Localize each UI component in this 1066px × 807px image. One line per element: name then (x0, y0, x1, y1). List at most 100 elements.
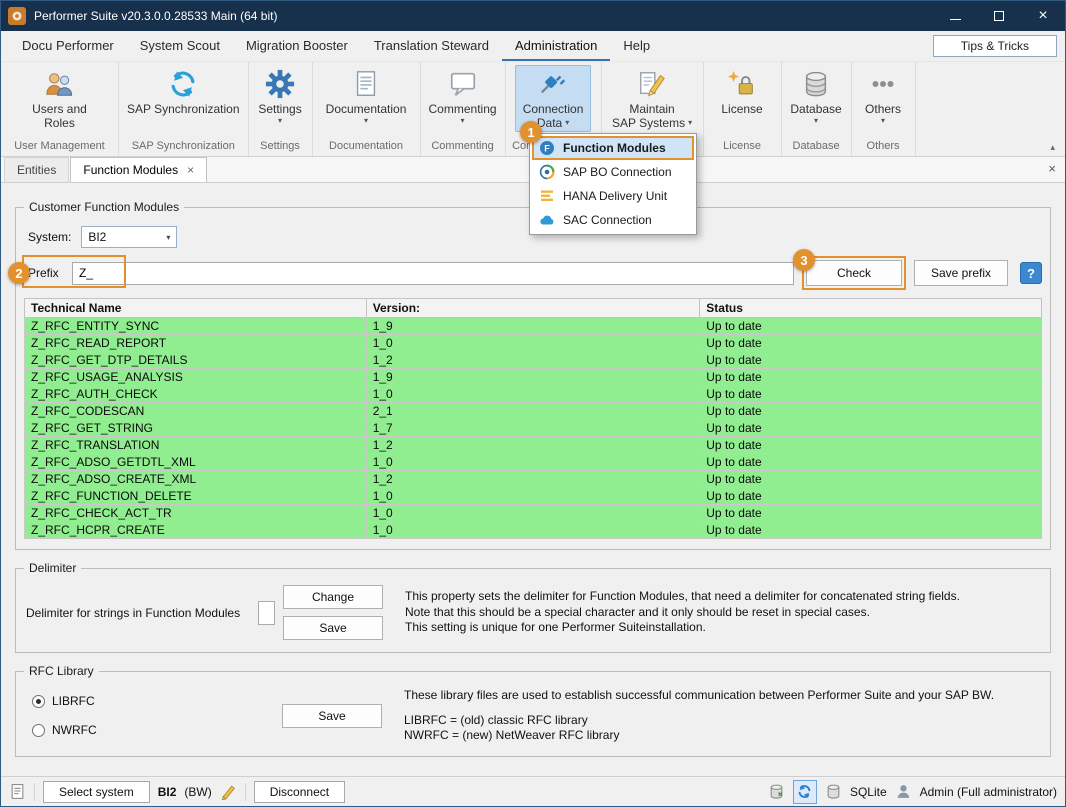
menu-item-docu-performer[interactable]: Docu Performer (9, 31, 127, 61)
database-tool-icon[interactable] (768, 783, 785, 800)
select-system-button[interactable]: Select system (43, 781, 150, 803)
menu-item-system-scout[interactable]: System Scout (127, 31, 233, 61)
cell-version: 1_0 (366, 505, 700, 522)
collapse-ribbon-button[interactable]: ▴ (1050, 142, 1055, 153)
hana-icon (539, 188, 555, 204)
ribbon-button-maintain-sap-systems[interactable]: Maintain SAP Systems▾ (604, 65, 700, 132)
ribbon-group-label: Others (852, 139, 915, 156)
tab-label: Function Modules (83, 163, 178, 177)
database-type-label: SQLite (850, 785, 887, 799)
prefix-input[interactable] (72, 262, 794, 285)
cell-technical-name: Z_RFC_CHECK_ACT_TR (25, 505, 367, 522)
ribbon-button-sap-synchronization[interactable]: SAP Synchronization (119, 65, 248, 131)
table-row[interactable]: Z_RFC_GET_DTP_DETAILS1_2Up to date (25, 352, 1042, 369)
menu-item-label: SAP BO Connection (563, 165, 672, 179)
function-modules-icon: F (539, 140, 555, 156)
disconnect-button[interactable]: Disconnect (254, 781, 345, 803)
divider (34, 783, 35, 801)
description-line: These library files are used to establis… (404, 688, 994, 704)
minimize-button[interactable] (933, 1, 977, 31)
sync-button[interactable] (793, 780, 817, 804)
pencil-icon[interactable] (220, 783, 237, 800)
ribbon-group-commenting: Commenting ▾ Commenting (421, 62, 506, 156)
ribbon-button-users-roles[interactable]: Users and Roles (24, 65, 95, 132)
chevron-down-icon: ▾ (160, 233, 176, 242)
check-button[interactable]: Check (806, 260, 902, 286)
sac-cloud-icon (539, 212, 555, 228)
table-row[interactable]: Z_RFC_ADSO_GETDTL_XML1_0Up to date (25, 454, 1042, 471)
menu-item-migration-booster[interactable]: Migration Booster (233, 31, 361, 61)
ribbon-button-documentation[interactable]: Documentation ▾ (318, 65, 415, 131)
ribbon-button-others[interactable]: Others ▾ (857, 65, 909, 131)
table-row[interactable]: Z_RFC_CODESCAN2_1Up to date (25, 403, 1042, 420)
ribbon-group-label: Commenting (421, 139, 505, 156)
menu-item-help[interactable]: Help (610, 31, 663, 61)
save-rfc-button[interactable]: Save (282, 704, 382, 728)
menu-item-function-modules[interactable]: F Function Modules (532, 136, 694, 160)
delimiter-description: This property sets the delimiter for Fun… (405, 589, 960, 636)
help-button[interactable]: ? (1020, 262, 1042, 284)
maximize-button[interactable] (977, 1, 1021, 31)
user-icon (895, 783, 912, 800)
column-header-technical-name[interactable]: Technical Name (25, 299, 367, 318)
cell-status: Up to date (700, 437, 1042, 454)
column-header-status[interactable]: Status (700, 299, 1042, 318)
ribbon-group-label: Documentation (313, 139, 420, 156)
column-header-version[interactable]: Version: (366, 299, 700, 318)
description-line: This setting is unique for one Performer… (405, 620, 960, 636)
cell-status: Up to date (700, 454, 1042, 471)
save-prefix-button[interactable]: Save prefix (914, 260, 1008, 286)
tab-close-icon[interactable]: × (187, 165, 194, 175)
table-row[interactable]: Z_RFC_CHECK_ACT_TR1_0Up to date (25, 505, 1042, 522)
ribbon-button-commenting[interactable]: Commenting ▾ (421, 65, 505, 131)
save-delimiter-button[interactable]: Save (283, 616, 383, 640)
change-delimiter-button[interactable]: Change (283, 585, 383, 609)
menu-item-translation-steward[interactable]: Translation Steward (361, 31, 502, 61)
cell-technical-name: Z_RFC_CODESCAN (25, 403, 367, 420)
document-close-button[interactable]: × (1048, 162, 1056, 175)
prefix-row: 2 Prefix 3 Check Save prefix ? (28, 260, 1042, 286)
chevron-down-icon: ▾ (814, 116, 818, 126)
cell-version: 1_2 (366, 352, 700, 369)
system-select[interactable]: BI2 ▾ (81, 226, 177, 248)
tab-function-modules[interactable]: Function Modules × (70, 157, 207, 182)
ribbon-button-database[interactable]: Database ▾ (782, 65, 849, 131)
cell-status: Up to date (700, 352, 1042, 369)
radio-checked-icon (32, 695, 45, 708)
table-row[interactable]: Z_RFC_TRANSLATION1_2Up to date (25, 437, 1042, 454)
menu-item-sap-bo-connection[interactable]: SAP BO Connection (532, 160, 694, 184)
menu-item-administration[interactable]: Administration (502, 31, 610, 61)
panel-customer-function-modules: Customer Function Modules System: BI2 ▾ … (15, 207, 1051, 550)
panel-rfc-library: RFC Library LIBRFC NWRFC Save Thes (15, 671, 1051, 757)
tab-label: Entities (17, 163, 56, 177)
ribbon-group-label: SAP Synchronization (119, 139, 248, 156)
report-icon[interactable] (9, 783, 26, 800)
table-row[interactable]: Z_RFC_USAGE_ANALYSIS1_9Up to date (25, 369, 1042, 386)
tips-tricks-button[interactable]: Tips & Tricks (933, 35, 1057, 57)
table-row[interactable]: Z_RFC_AUTH_CHECK1_0Up to date (25, 386, 1042, 403)
table-row[interactable]: Z_RFC_GET_STRING1_7Up to date (25, 420, 1042, 437)
table-row[interactable]: Z_RFC_HCPR_CREATE1_0Up to date (25, 522, 1042, 539)
radio-label: LIBRFC (52, 694, 95, 708)
ribbon-group-settings: Settings ▾ Settings (249, 62, 313, 156)
radio-librfc[interactable]: LIBRFC (32, 694, 282, 708)
table-row[interactable]: Z_RFC_READ_REPORT1_0Up to date (25, 335, 1042, 352)
cell-status: Up to date (700, 335, 1042, 352)
cell-technical-name: Z_RFC_ADSO_CREATE_XML (25, 471, 367, 488)
ribbon-label: Connection (523, 102, 584, 116)
table-row[interactable]: Z_RFC_ENTITY_SYNC1_9Up to date (25, 318, 1042, 335)
documentation-icon (351, 69, 381, 99)
menu-item-hana-delivery-unit[interactable]: HANA Delivery Unit (532, 184, 694, 208)
radio-nwrfc[interactable]: NWRFC (32, 723, 282, 737)
menu-item-sac-connection[interactable]: SAC Connection (532, 208, 694, 232)
main-content: Customer Function Modules System: BI2 ▾ … (1, 183, 1065, 776)
cell-status: Up to date (700, 522, 1042, 539)
table-row[interactable]: Z_RFC_ADSO_CREATE_XML1_2Up to date (25, 471, 1042, 488)
cell-technical-name: Z_RFC_GET_STRING (25, 420, 367, 437)
close-button[interactable]: × (1021, 1, 1065, 31)
ribbon-button-settings[interactable]: Settings ▾ (250, 65, 309, 131)
tab-entities[interactable]: Entities (4, 157, 69, 182)
table-row[interactable]: Z_RFC_FUNCTION_DELETE1_0Up to date (25, 488, 1042, 505)
delimiter-input[interactable] (258, 601, 275, 625)
ribbon-button-license[interactable]: License (713, 65, 770, 131)
